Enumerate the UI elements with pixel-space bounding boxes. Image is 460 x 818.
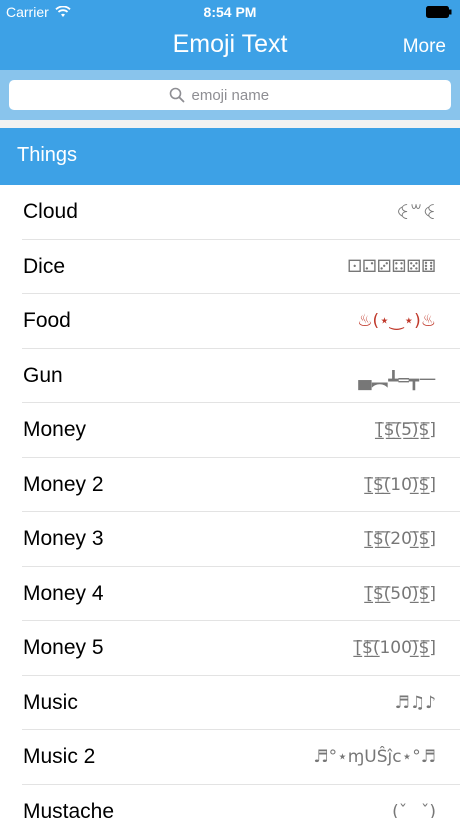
status-time: 8:54 PM bbox=[203, 4, 257, 20]
list-item-label: Mustache bbox=[23, 799, 115, 818]
list-item[interactable]: Money 5 [̲̅$̲̅(̲̅100)̲̅$̲̅] bbox=[0, 621, 460, 676]
list-item-emoji: [̲̅$̲̅(̲̅50)̲̅$̲̅] bbox=[366, 583, 436, 604]
search-input[interactable] bbox=[191, 86, 292, 104]
list-item[interactable]: Mustache (ˇ‿ˇ) bbox=[0, 785, 460, 818]
list-item-emoji: [̲̅$̲̅(̲̅20)̲̅$̲̅] bbox=[366, 529, 436, 549]
list-item-label: Cloud bbox=[23, 200, 78, 223]
list-item[interactable]: Money [̲̅$̲̅(̲̅5̲̅)̲̅$̲̅] bbox=[0, 403, 460, 458]
list-item-label: Money 4 bbox=[23, 581, 104, 605]
search-field[interactable] bbox=[9, 80, 451, 110]
list-item[interactable]: Food ♨(⋆‿⋆)♨ bbox=[0, 294, 460, 349]
list-item-label: Music 2 bbox=[23, 745, 96, 768]
list-item-label: Money 2 bbox=[23, 472, 104, 496]
navigation-bar: Emoji Text More bbox=[0, 24, 460, 70]
list-item-label: Food bbox=[23, 309, 71, 332]
emoji-list: Cloud ꒊ꒳ꒊ Dice ⚀⚁⚂⚃⚄⚅ Food ♨(⋆‿⋆)♨ Gun ▄… bbox=[0, 185, 460, 818]
list-item[interactable]: Music ♬♫♪ bbox=[0, 676, 460, 731]
list-item-label: Dice bbox=[23, 254, 66, 278]
list-item[interactable]: Dice ⚀⚁⚂⚃⚄⚅ bbox=[0, 240, 460, 295]
list-item[interactable]: Money 3 [̲̅$̲̅(̲̅20)̲̅$̲̅] bbox=[0, 512, 460, 567]
list-item-emoji: ♬°⋆ɱUŜĵc⋆°♬ bbox=[313, 747, 436, 767]
list-item-label: Gun bbox=[23, 363, 63, 387]
list-item-emoji: [̲̅$̲̅(̲̅100)̲̅$̲̅] bbox=[355, 638, 436, 658]
list-item[interactable]: Gun ▄︻┻═┳一 bbox=[0, 349, 460, 404]
list-item-label: Money bbox=[23, 418, 87, 441]
list-item-label: Money 3 bbox=[23, 527, 104, 550]
search-icon bbox=[169, 87, 184, 103]
status-bar: Carrier 8:54 PM bbox=[0, 0, 460, 24]
more-button[interactable]: More bbox=[403, 36, 446, 58]
list-item-emoji: ꒊ꒳ꒊ bbox=[396, 204, 436, 224]
list-item-label: Money 5 bbox=[23, 636, 104, 659]
separator-strip bbox=[0, 120, 460, 128]
section-header: Things bbox=[0, 128, 460, 185]
list-item[interactable]: Money 2 [̲̅$̲̅(̲̅10)̲̅$̲̅] bbox=[0, 458, 460, 513]
nav-title: Emoji Text bbox=[172, 30, 288, 58]
search-bar bbox=[0, 70, 460, 120]
list-item-emoji: ▄︻┻═┳一 bbox=[358, 370, 436, 391]
list-item-emoji: ♬♫♪ bbox=[394, 692, 436, 713]
list-item-label: Music bbox=[23, 690, 78, 714]
list-item-emoji: [̲̅$̲̅(̲̅10)̲̅$̲̅] bbox=[366, 474, 436, 495]
list-item-emoji: [̲̅$̲̅(̲̅5̲̅)̲̅$̲̅] bbox=[377, 420, 436, 440]
list-item-emoji: ♨(⋆‿⋆)♨ bbox=[357, 311, 436, 331]
list-item-emoji: ⚀⚁⚂⚃⚄⚅ bbox=[347, 256, 436, 277]
list-item[interactable]: Money 4 [̲̅$̲̅(̲̅50)̲̅$̲̅] bbox=[0, 567, 460, 622]
list-item[interactable]: Cloud ꒊ꒳ꒊ bbox=[0, 185, 460, 240]
list-item[interactable]: Music 2 ♬°⋆ɱUŜĵc⋆°♬ bbox=[0, 730, 460, 785]
battery-icon bbox=[426, 6, 452, 18]
list-item-emoji: (ˇ‿ˇ) bbox=[392, 801, 436, 818]
